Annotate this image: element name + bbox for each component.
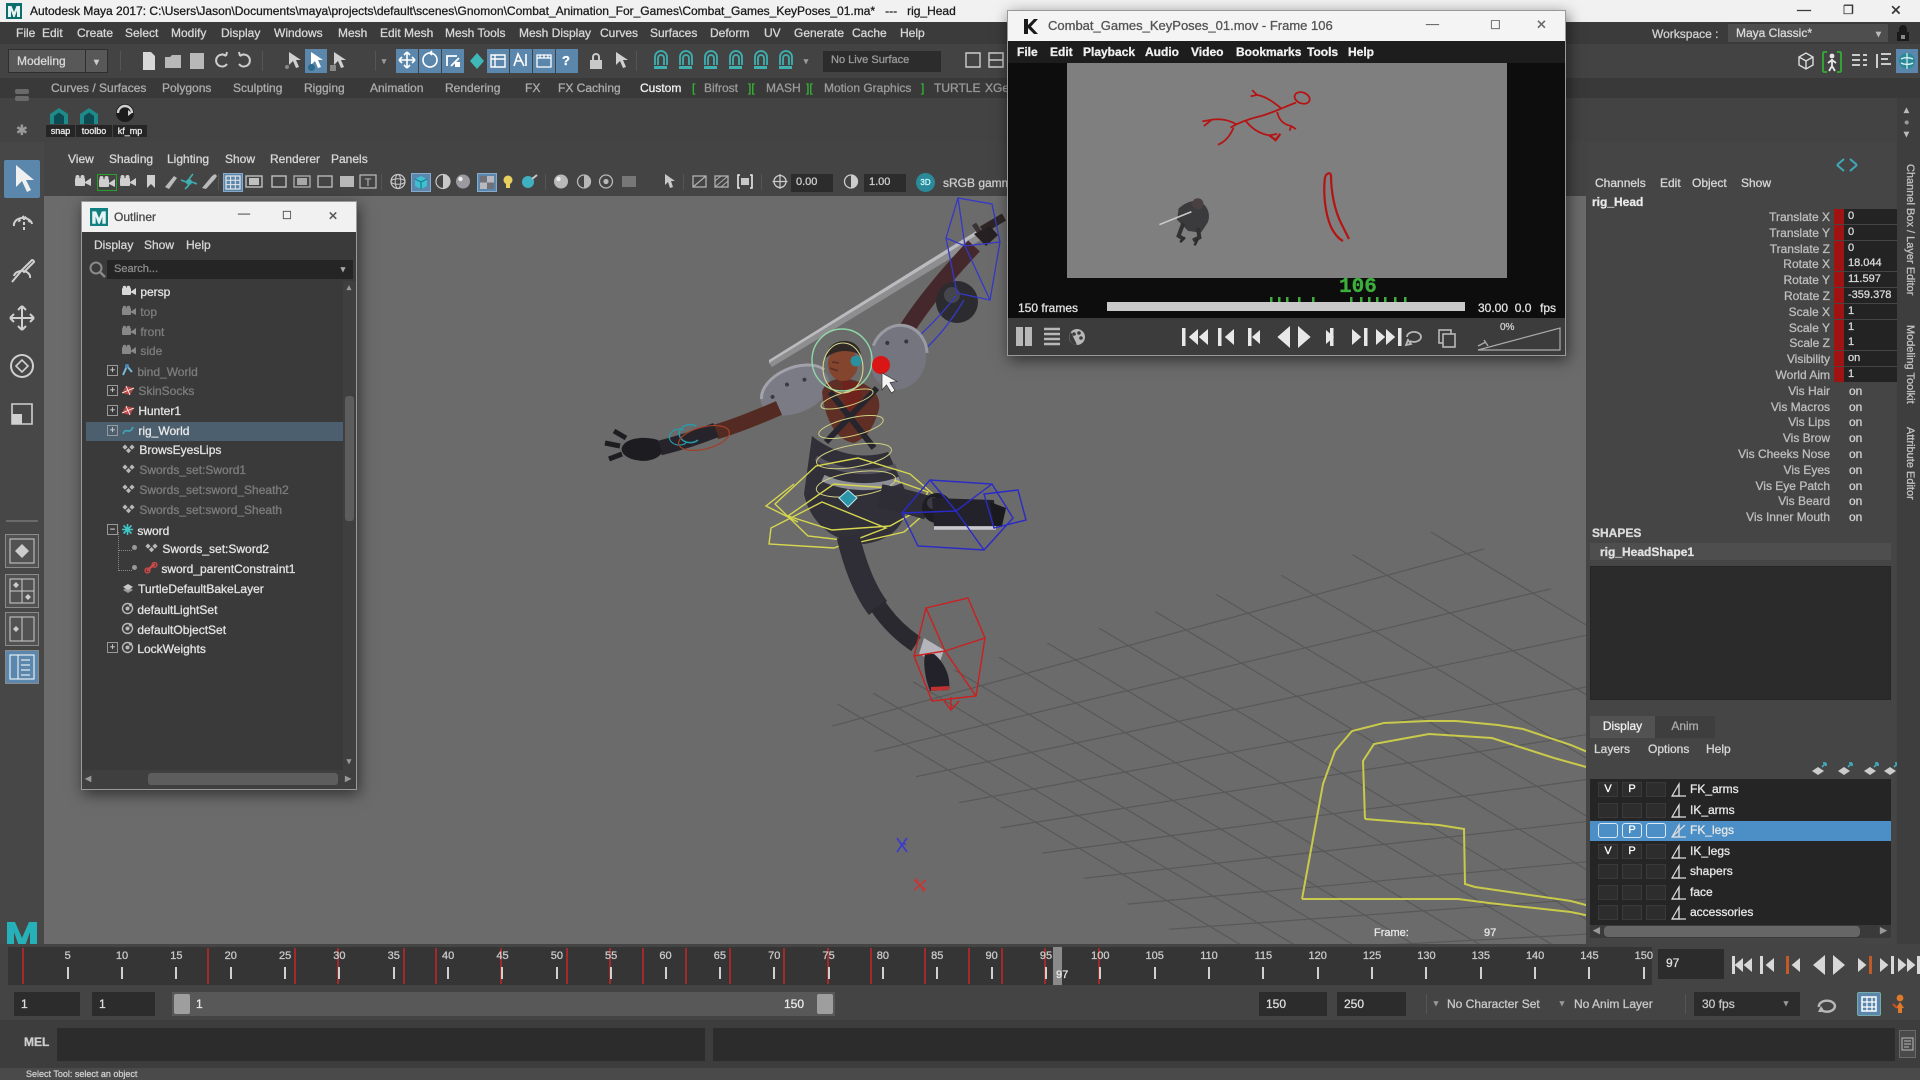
svg-text:T: T	[365, 177, 372, 189]
